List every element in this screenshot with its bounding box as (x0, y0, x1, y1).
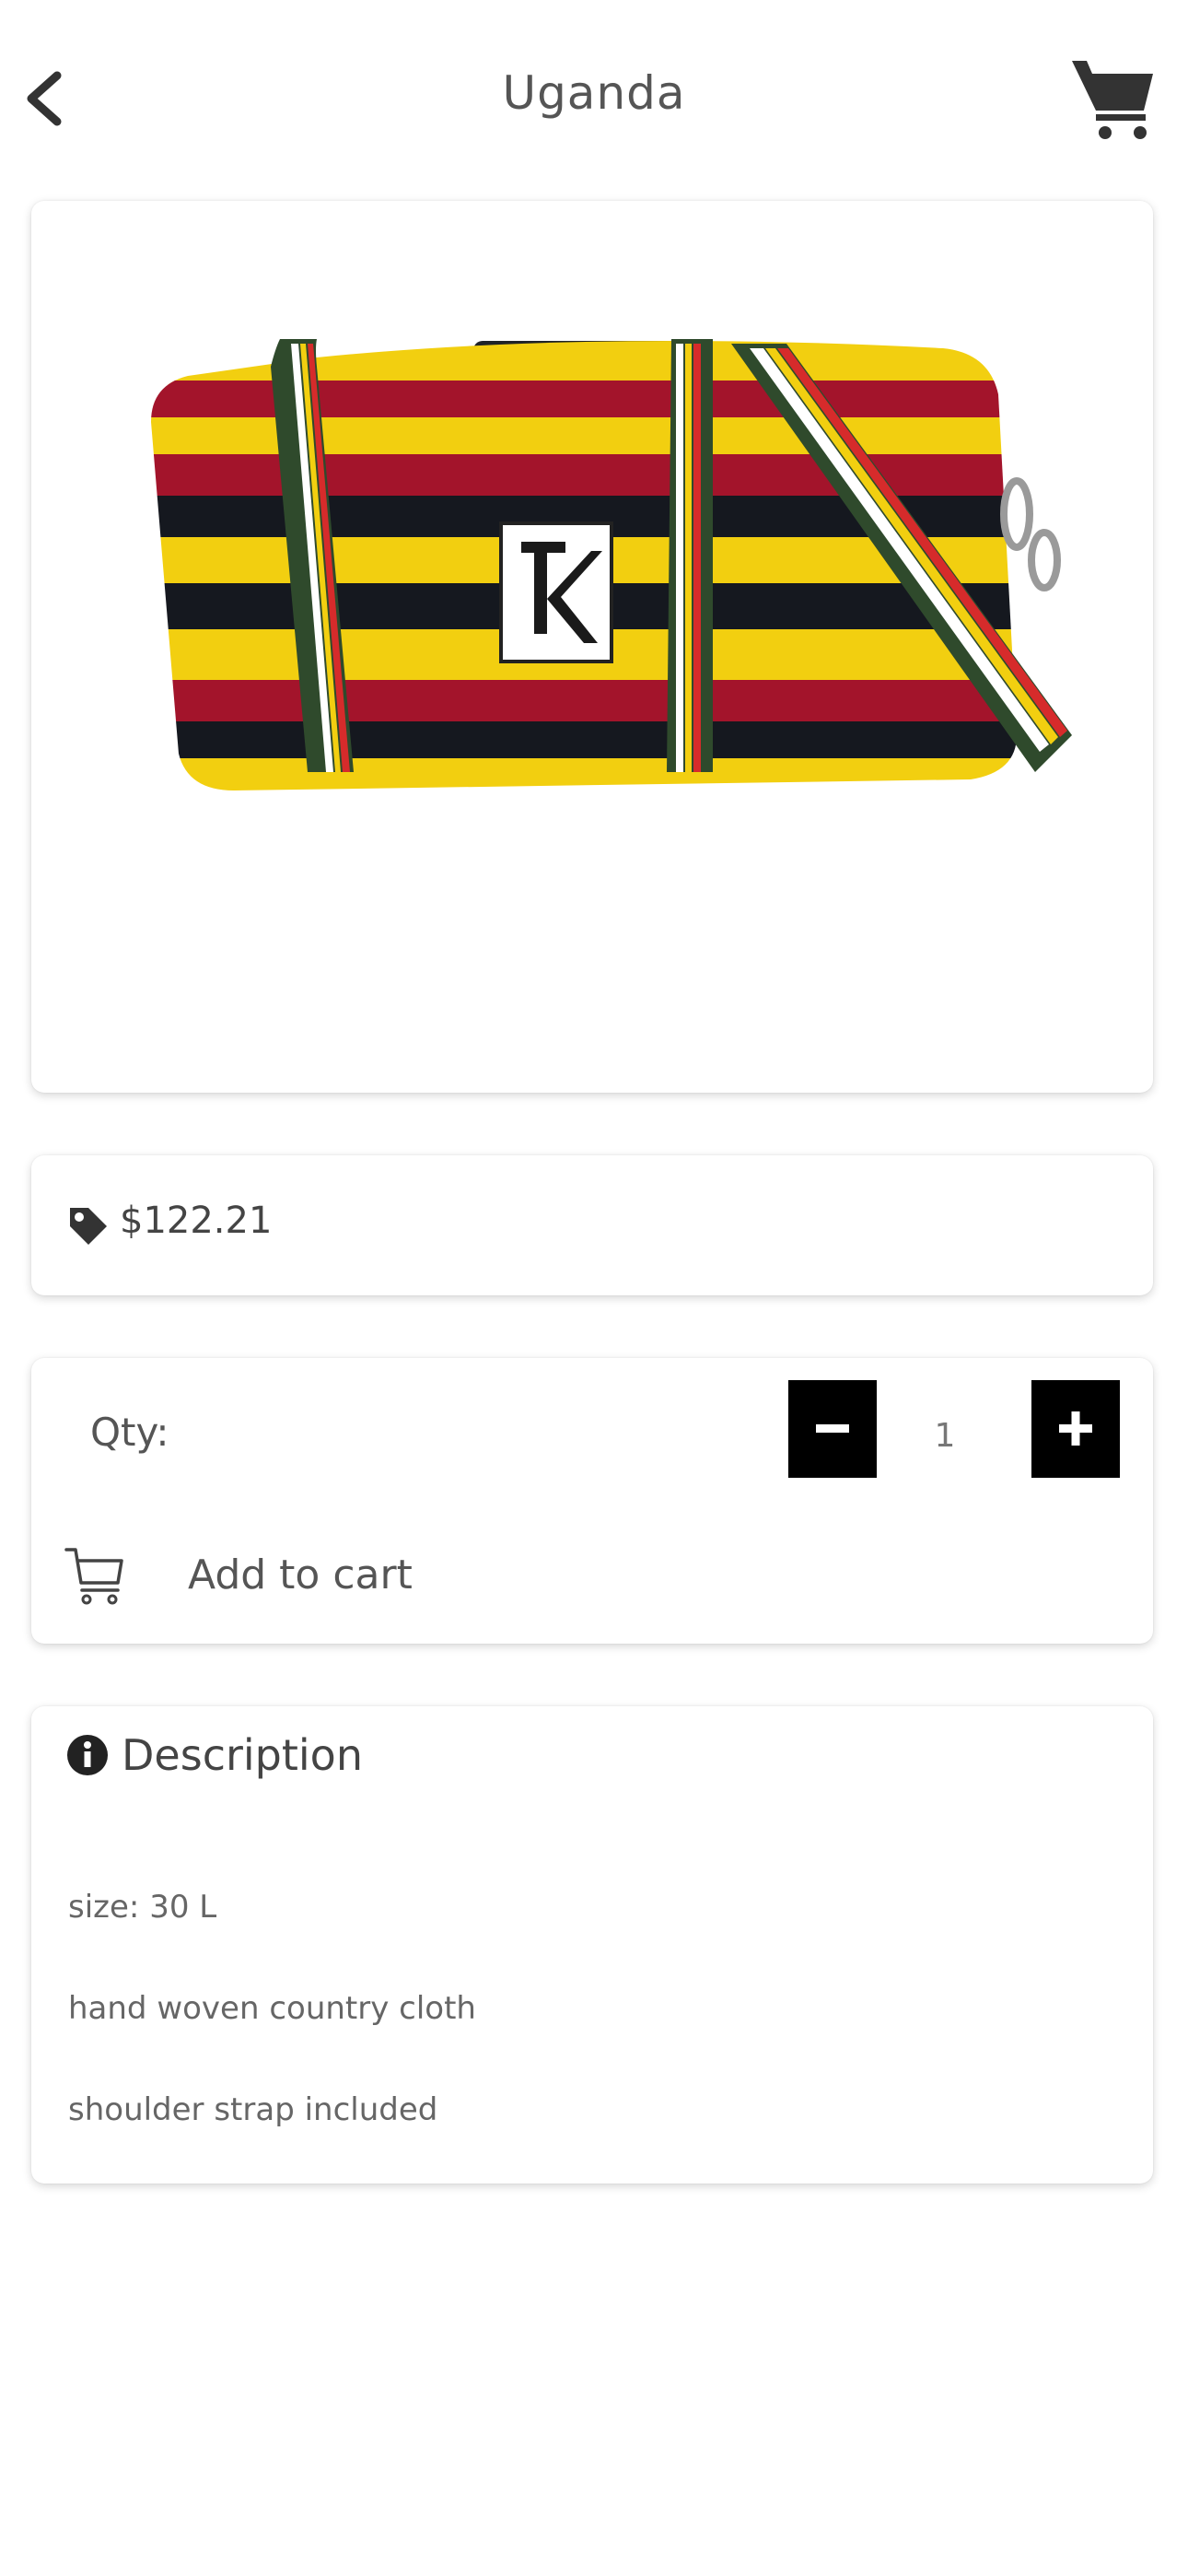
product-price: $122.21 (120, 1200, 273, 1242)
app-header: Uganda (0, 0, 1188, 198)
info-icon (67, 1735, 108, 1775)
description-card: Description size: 30 L hand woven countr… (31, 1706, 1153, 2184)
product-detail-page: Uganda $122.21 Qty: 1 Add to cart Descri… (0, 0, 1188, 2576)
add-to-cart-label: Add to cart (188, 1551, 413, 1598)
description-line: shoulder strap included (68, 2091, 438, 2128)
decrease-qty-button[interactable] (788, 1380, 877, 1478)
plus-icon (1059, 1411, 1092, 1446)
tag-icon (70, 1208, 107, 1245)
product-image[interactable] (87, 256, 1100, 956)
price-card: $122.21 (31, 1155, 1153, 1295)
purchase-card: Qty: 1 Add to cart (31, 1358, 1153, 1644)
page-title: Uganda (502, 66, 686, 120)
description-line: size: 30 L (68, 1889, 217, 1926)
shopping-cart-icon (1072, 61, 1153, 139)
add-to-cart-button[interactable]: Add to cart (63, 1539, 449, 1612)
increase-qty-button[interactable] (1031, 1380, 1120, 1478)
qty-label: Qty: (90, 1410, 169, 1455)
product-image-card (31, 201, 1153, 1093)
description-line: hand woven country cloth (68, 1990, 476, 2027)
qty-value[interactable]: 1 (917, 1417, 973, 1455)
description-title: Description (122, 1730, 363, 1780)
cart-button[interactable] (1068, 53, 1159, 144)
cart-outline-icon (64, 1548, 123, 1605)
minus-icon (816, 1424, 849, 1433)
